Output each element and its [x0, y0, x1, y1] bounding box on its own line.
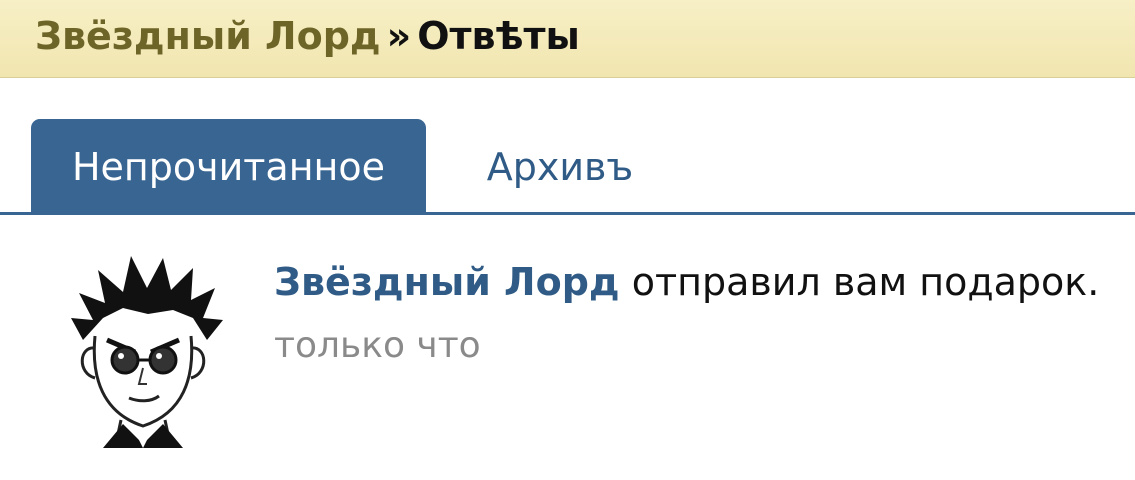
avatar[interactable]	[43, 248, 243, 449]
avatar-image	[43, 248, 243, 449]
tab-unread[interactable]: Непрочитанное	[31, 119, 426, 212]
breadcrumb: Звёздный Лорд» Отвѣты	[35, 13, 580, 59]
page-header: Звёздный Лорд» Отвѣты	[0, 0, 1135, 78]
tab-bar: Непрочитанное Архивъ	[0, 118, 1135, 215]
tab-archive[interactable]: Архивъ	[455, 119, 665, 212]
notification-timestamp: только что	[274, 325, 481, 366]
notification-item: Звёздный Лорд отправил вам подарок. толь…	[43, 248, 1135, 449]
notification-message: отправил вам подарок.	[631, 260, 1100, 304]
breadcrumb-separator: »	[386, 14, 412, 58]
notification-text: Звёздный Лорд отправил вам подарок.	[274, 258, 1099, 306]
breadcrumb-parent-link[interactable]: Звёздный Лорд	[35, 14, 381, 58]
page-title: Отвѣты	[417, 14, 580, 58]
notification-user-link[interactable]: Звёздный Лорд	[274, 260, 620, 304]
